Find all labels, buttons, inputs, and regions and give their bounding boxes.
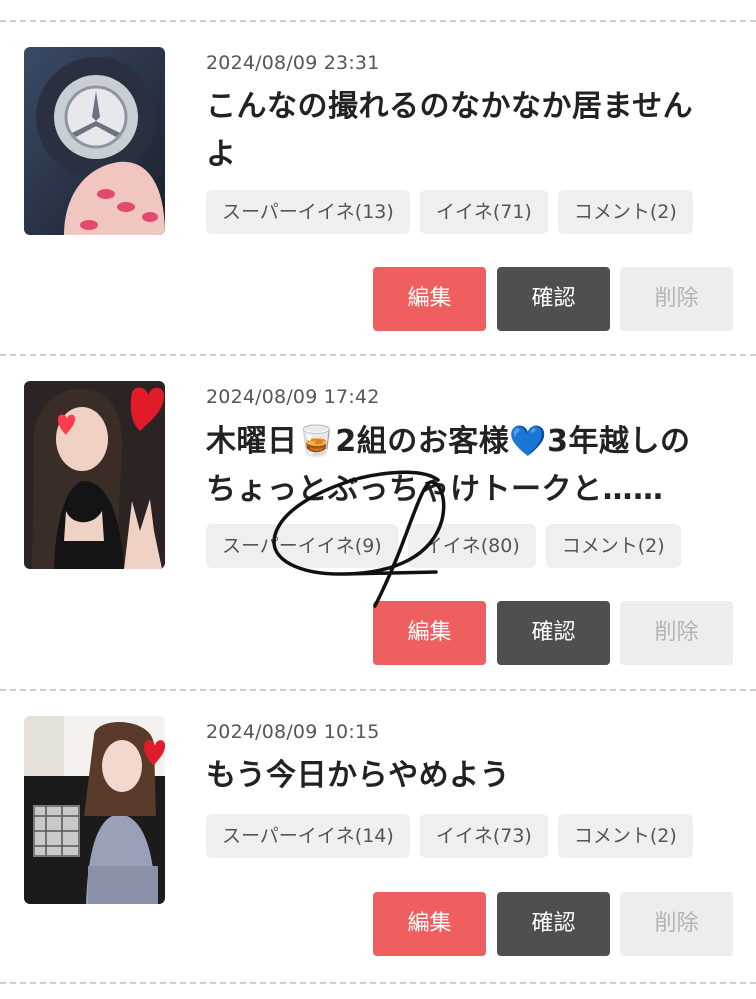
post-title[interactable]: 木曜日🥃2組のお客様💙3年越しの ちょっとぶっちゃけトークと…… [206,418,736,514]
post-title-line-2: ちょっとぶっちゃけトークと…… [206,472,664,507]
delete-button[interactable]: 削除 [620,892,733,956]
post-date: 2024/08/09 17:42 [206,386,380,408]
super-like-count: スーパーイイネ(13) [206,190,410,234]
delete-button[interactable]: 削除 [620,267,733,331]
comment-count[interactable]: コメント(2) [557,190,693,234]
delete-button[interactable]: 削除 [620,601,733,665]
divider [0,354,756,356]
edit-button[interactable]: 編集 [373,892,486,956]
post-thumbnail-image [24,381,165,569]
divider-bottom [0,982,756,984]
edit-button[interactable]: 編集 [373,601,486,665]
post-thumbnail[interactable] [24,381,165,569]
post-title-line-1: 木曜日🥃2組のお客様💙3年越しの [206,424,691,459]
post-title-line-1: こんなの撮れるのなかなか居ません [206,89,694,124]
super-like-count: スーパーイイネ(9) [206,524,398,568]
post-tags: スーパーイイネ(13) イイネ(71) コメント(2) [206,190,693,234]
comment-count[interactable]: コメント(2) [557,814,693,858]
divider [0,689,756,691]
divider-top [0,20,756,22]
confirm-button[interactable]: 確認 [497,892,610,956]
edit-button[interactable]: 編集 [373,267,486,331]
post-title-line-2: よ [206,137,237,172]
post-thumbnail-image [24,47,165,235]
confirm-button[interactable]: 確認 [497,601,610,665]
like-count: イイネ(71) [419,190,548,234]
post-tags: スーパーイイネ(9) イイネ(80) コメント(2) [206,524,681,568]
post-thumbnail[interactable] [24,716,165,904]
post-thumbnail-image [24,716,165,904]
super-like-count: スーパーイイネ(14) [206,814,410,858]
comment-count[interactable]: コメント(2) [545,524,681,568]
post-thumbnail[interactable] [24,47,165,235]
confirm-button[interactable]: 確認 [497,267,610,331]
like-count: イイネ(73) [419,814,548,858]
post-date: 2024/08/09 23:31 [206,52,380,74]
post-title-line-1: もう今日からやめよう [206,758,511,793]
post-tags: スーパーイイネ(14) イイネ(73) コメント(2) [206,814,693,858]
post-title[interactable]: こんなの撮れるのなかなか居ません よ [206,83,736,179]
post-date: 2024/08/09 10:15 [206,721,380,743]
like-count: イイネ(80) [407,524,536,568]
post-title[interactable]: もう今日からやめよう [206,752,736,800]
